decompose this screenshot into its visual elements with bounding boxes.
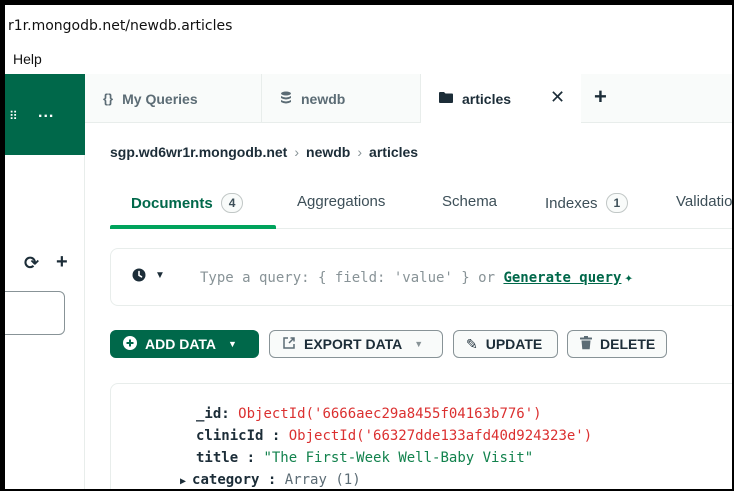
export-data-button[interactable]: EXPORT DATA ▼ [269,330,443,358]
update-button[interactable]: ✎ UPDATE [453,330,558,358]
menu-bar: Help [5,47,732,74]
export-icon [282,336,296,353]
workspace-tabs: {} My Queries newdb articles ✕ + [85,74,732,123]
tab-label: newdb [301,90,346,107]
tab-label: Documents [131,194,213,212]
create-database-icon[interactable]: + [56,251,68,274]
field-key: category [192,472,260,488]
field-id: _id: ObjectId('6666aec29a8455f04163b776'… [196,406,542,422]
tab-label: articles [462,90,512,107]
export-data-label: EXPORT DATA [304,336,403,352]
tab-my-queries[interactable]: {} My Queries [85,74,261,123]
field-key: _id [196,406,222,422]
tab-label: Schema [442,193,498,210]
indexes-count-badge: 1 [605,193,629,213]
breadcrumb: sgp.wd6wr1r.mongodb.net › newdb › articl… [110,144,418,160]
query-bar[interactable]: ▼ Type a query: { field: 'value' } or Ge… [110,248,732,306]
connection-icon: ⠿ [9,109,18,123]
documents-count-badge: 4 [220,193,244,213]
expand-triangle-icon[interactable]: ▶ [180,476,186,487]
field-value: "The First-Week Well-Baby Visit" [263,450,534,466]
tab-label: My Queries [122,90,198,107]
chevron-down-icon[interactable]: ▼ [155,270,165,281]
sidebar: ⟳ + [5,155,85,489]
query-input[interactable]: Type a query: { field: 'value' } or Gene… [200,270,633,286]
generate-query-link[interactable]: Generate query [503,270,621,286]
breadcrumb-collection: articles [369,144,419,160]
menu-help[interactable]: Help [13,51,42,67]
delete-button[interactable]: DELETE [567,330,667,358]
tab-aggregations[interactable]: Aggregations [297,193,385,210]
field-category[interactable]: ▶ category : Array (1) [180,472,361,488]
active-tab-indicator [110,225,276,229]
add-tab-icon[interactable]: + [594,84,607,110]
tab-label: Aggregations [297,193,386,210]
query-placeholder: Type a query: { field: 'value' } or [200,270,496,286]
caret-down-icon: ▼ [228,339,237,349]
trash-icon [580,335,592,353]
tab-documents[interactable]: Documents 4 [131,193,244,213]
add-data-button[interactable]: ADD DATA ▼ [110,330,259,358]
field-value: ObjectId('6666aec29a8455f04163b776') [238,406,542,422]
add-data-label: ADD DATA [145,336,217,352]
title-bar: r1r.mongodb.net/newdb.articles [5,5,732,47]
breadcrumb-cluster[interactable]: sgp.wd6wr1r.mongodb.net [110,144,287,160]
close-tab-icon[interactable]: ✕ [550,87,565,108]
pencil-icon: ✎ [466,335,478,352]
app-window: r1r.mongodb.net/newdb.articles Help ⠿ ..… [0,0,734,491]
sidebar-filter-input[interactable] [5,291,65,335]
tab-schema[interactable]: Schema [442,193,497,210]
document-card[interactable]: _id: ObjectId('6666aec29a8455f04163b776'… [110,383,732,489]
delete-label: DELETE [600,336,656,352]
history-clock-icon[interactable] [132,268,146,286]
window-title: r1r.mongodb.net/newdb.articles [8,18,233,34]
caret-down-icon: ▼ [414,339,424,349]
folder-icon [439,91,453,106]
update-label: UPDATE [485,336,543,352]
refresh-icon[interactable]: ⟳ [24,253,39,274]
tab-indexes[interactable]: Indexes 1 [545,193,629,213]
chevron-right-icon: › [294,144,300,160]
more-options-button[interactable]: ... [38,104,54,122]
sparkle-icon: ✦ [624,270,633,286]
tab-newdb[interactable]: newdb [262,74,420,123]
field-clinic-id: clinicId : ObjectId('66327dde133afd40d92… [196,428,593,444]
field-value: ObjectId('66327dde133afd40d924323e') [288,428,593,444]
curly-braces-icon: {} [103,91,114,106]
field-title: title : "The First-Week Well-Baby Visit" [196,450,534,466]
field-value: Array (1) [284,472,361,488]
collection-tabs: Documents 4 Aggregations Schema Indexes … [110,183,733,229]
tab-label: Indexes [545,194,598,212]
field-key: clinicId [196,428,264,444]
sidebar-header: ⠿ ... [5,74,85,155]
tab-validation[interactable]: Validation [676,193,733,210]
breadcrumb-database[interactable]: newdb [306,144,350,160]
database-icon [280,91,292,107]
chevron-right-icon: › [357,144,363,160]
tab-label: Validation [676,193,733,210]
plus-circle-icon [123,335,137,353]
field-key: title [196,450,239,466]
